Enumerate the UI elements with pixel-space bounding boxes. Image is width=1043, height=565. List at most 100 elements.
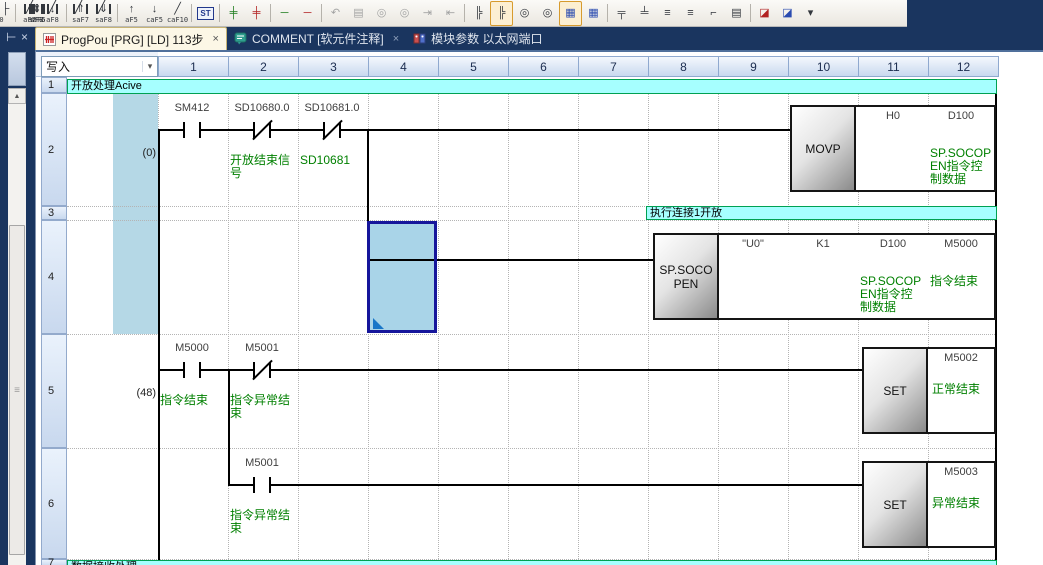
device-find-replace[interactable]: ◎ xyxy=(536,1,559,26)
toolbar-icon-glyph: ⌐ xyxy=(710,7,716,20)
device-find[interactable]: ◎ xyxy=(513,1,536,26)
instruction-movp[interactable]: MOVP H0 D100 SP.SOCOPEN指令控制数据 xyxy=(790,105,996,192)
pulse-rising-operation[interactable]: ↑ aF5 xyxy=(120,1,143,26)
unconverted-edit-band xyxy=(113,93,158,334)
toolbar-icon-glyph: ST xyxy=(197,7,213,20)
tab-comment-close-icon[interactable]: × xyxy=(393,33,399,45)
operand-comment: 异常结束 xyxy=(932,497,994,510)
row-header-5[interactable]: 5 xyxy=(41,334,67,448)
scrollbar-thumb[interactable]: ≡ xyxy=(9,225,25,555)
device-label: M5001 xyxy=(224,457,300,469)
row-header-7[interactable]: 7 xyxy=(41,559,67,565)
toolbar-icon-glyph: ▦ xyxy=(588,7,598,20)
toolbar-icon-label: caF5 xyxy=(146,16,163,24)
row-header-3[interactable]: 3 xyxy=(41,206,67,220)
toolbar-icon-glyph: ↓ xyxy=(152,3,158,16)
statement-row7[interactable]: 数据接收处理 xyxy=(67,560,997,565)
contact-m5001[interactable]: M5001 指令异常结束 xyxy=(227,457,297,561)
delete-branch[interactable]: ╪ xyxy=(245,1,268,26)
toolbar-icon-glyph: ⇤ xyxy=(446,7,455,20)
program-check[interactable]: ⌐ xyxy=(702,1,725,26)
list-display[interactable]: ▤ xyxy=(725,1,748,26)
device-batch-monitor[interactable]: ▦ xyxy=(559,1,582,26)
cross-reference-window[interactable]: ╠ xyxy=(490,1,513,26)
tab-strip: ProgPou [PRG] [LD] 113步 × COMMENT [软元件注释… xyxy=(35,27,550,50)
row-header-2[interactable]: 2 xyxy=(41,93,67,206)
toolbar-icon-label: aF5 xyxy=(125,16,138,24)
statement-display[interactable]: ≡ xyxy=(656,1,679,26)
contact-sd10680-0-nc[interactable]: SD10680.0 开放结束信号 xyxy=(227,102,297,206)
toolbar-icon-glyph: ⇓╱ xyxy=(95,3,112,16)
search-next[interactable]: ◎ xyxy=(393,1,416,26)
toolbar-icon-glyph: ◎ xyxy=(400,7,410,20)
dock-close-icon[interactable]: × xyxy=(21,30,28,44)
operand-d100: D100 xyxy=(858,238,928,251)
operand-u0: "U0" xyxy=(718,238,788,251)
note-display[interactable]: ≡ xyxy=(679,1,702,26)
grid-line xyxy=(67,448,997,449)
tab-module-param[interactable]: 模块参数 以太网端口 xyxy=(406,27,549,50)
contact-gap xyxy=(255,483,269,487)
contact-sd10681-0-nc[interactable]: SD10681.0 SD10681 xyxy=(297,102,367,206)
invert-operation-result[interactable]: ╱ caF10 xyxy=(166,1,189,26)
contact-bar xyxy=(199,122,201,138)
jump-previous[interactable]: ⇤ xyxy=(439,1,462,26)
column-header: 3 xyxy=(299,57,369,76)
row-header-4[interactable]: 4 xyxy=(41,220,67,334)
note-insert[interactable]: ╧ xyxy=(633,1,656,26)
column-header: 10 xyxy=(789,57,859,76)
contact-sm412[interactable]: SM412 xyxy=(157,102,227,206)
toolbar-separator xyxy=(750,4,751,22)
auto-hide-pin-icon[interactable]: ⊥ xyxy=(4,32,18,42)
erase-wire[interactable]: ─ xyxy=(296,1,319,26)
scroll-up-button[interactable]: ▲ xyxy=(8,88,26,104)
inline-st[interactable]: ST xyxy=(194,1,217,26)
statement-row3[interactable]: 执行连接1开放 xyxy=(646,206,997,220)
search-previous[interactable]: ◎ xyxy=(370,1,393,26)
toolbar-icon-glyph: ╠ xyxy=(498,7,506,20)
toolbar-icon-glyph: ▾ xyxy=(808,7,814,20)
tab-comment[interactable]: COMMENT [软元件注释] × xyxy=(227,27,406,50)
jump-next[interactable]: ⇥ xyxy=(416,1,439,26)
tab-progpou[interactable]: ProgPou [PRG] [LD] 113步 × xyxy=(35,27,227,50)
undo[interactable]: ↶ xyxy=(324,1,347,26)
toolbar-icon-label: saF8 xyxy=(95,16,112,24)
contact-pulse-rising-parallel[interactable]: ⇑╱ saF7 xyxy=(69,1,92,26)
tab-progpou-close-icon[interactable]: × xyxy=(213,33,219,45)
device-batch-replace[interactable]: ▦ xyxy=(582,1,605,26)
statement-list[interactable]: ▤ xyxy=(347,1,370,26)
cross-reference-tree[interactable]: ╠ xyxy=(467,1,490,26)
mode-selector[interactable]: 写入 ▾ xyxy=(41,56,158,77)
mode-selector-value: 写入 xyxy=(42,58,142,75)
instruction-set-m5002[interactable]: SET M5002 正常结束 xyxy=(862,347,996,434)
instruction-set-m5003[interactable]: SET M5003 异常结束 xyxy=(862,461,996,548)
draw-wire[interactable]: ─ xyxy=(273,1,296,26)
toolbar-icon-glyph: ╤ xyxy=(618,7,626,20)
scrollbar-track[interactable]: ≡ xyxy=(8,104,26,565)
row-header-1[interactable]: 1 xyxy=(41,77,67,93)
toolbar-icon-glyph: ◎ xyxy=(543,7,553,20)
toolbar-icon-label: caF10 xyxy=(167,16,188,24)
statement-insert[interactable]: ╤ xyxy=(610,1,633,26)
contact-bar xyxy=(269,477,271,493)
insert-branch[interactable]: ╪ xyxy=(222,1,245,26)
dock-panel-cap xyxy=(8,52,26,86)
row-header-6[interactable]: 6 xyxy=(41,448,67,559)
pulse-falling-operation[interactable]: ↓ caF5 xyxy=(143,1,166,26)
toolbar-icon-glyph: ≡ xyxy=(664,7,670,20)
operand-comment: SP.SOCOPEN指令控制数据 xyxy=(930,147,994,186)
rung6-wire xyxy=(228,484,862,486)
tab-progpou-label: ProgPou [PRG] [LD] 113步 xyxy=(61,31,204,48)
operand-comment: 指令结束 xyxy=(930,275,994,288)
convert[interactable]: ◪ xyxy=(753,1,776,26)
toolbar-overflow[interactable]: ▾ xyxy=(799,1,822,26)
nc-slash-overlay: ╱ xyxy=(75,1,82,14)
contact-m5001-nc[interactable]: M5001 指令异常结束 xyxy=(227,342,297,446)
contact-pulse-falling-parallel[interactable]: ⇓╱ saF8 xyxy=(92,1,115,26)
ladder-program-icon xyxy=(43,33,56,46)
instruction-sp-socopen[interactable]: SP.SOCOPEN "U0" K1 D100 M5000 SP.SOCOPEN… xyxy=(653,233,996,320)
contact-m5000[interactable]: M5000 指令结束 xyxy=(157,342,227,446)
statement-row1[interactable]: 开放处理Acive xyxy=(67,79,997,94)
contact-pulse-falling-series[interactable]: ⇓ saF6 xyxy=(2,0,72,27)
convert-all[interactable]: ◪ xyxy=(776,1,799,26)
